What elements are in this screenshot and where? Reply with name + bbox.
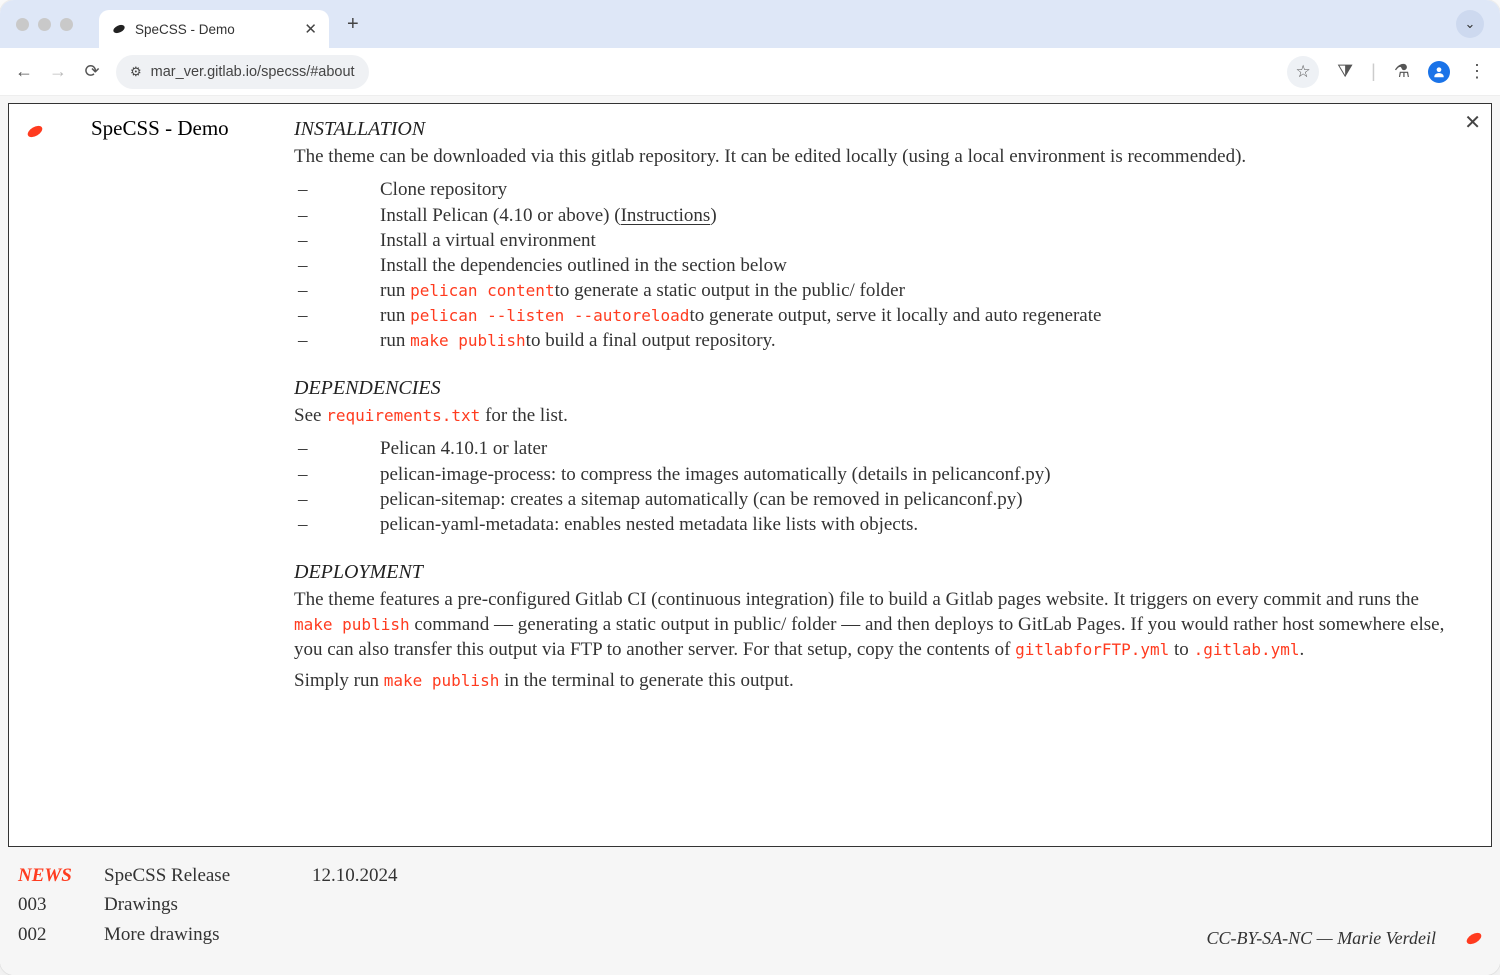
deployment-p2: Simply run make publish in the terminal …: [294, 668, 1461, 693]
tab-favicon-icon: [111, 21, 127, 37]
forward-button[interactable]: →: [48, 61, 68, 82]
browser-toolbar: ← → ⟳ ⚙ mar_ver.gitlab.io/specss/#about …: [0, 48, 1500, 96]
logo-icon: [26, 124, 44, 140]
page-viewport: ✕ SpeCSS - Demo INSTALLATION The theme c…: [0, 96, 1500, 975]
tab-title: SpeCSS - Demo: [135, 22, 235, 37]
reload-button[interactable]: ⟳: [82, 61, 102, 82]
instructions-link[interactable]: Instructions: [621, 205, 711, 226]
modal-content: INSTALLATION The theme can be downloaded…: [294, 104, 1491, 846]
list-item: –Clone repository: [294, 177, 1461, 202]
browser-tab[interactable]: SpeCSS - Demo ✕: [99, 10, 329, 48]
labs-icon[interactable]: ⚗: [1394, 61, 1410, 82]
list-item: –Pelican 4.10.1 or later: [294, 436, 1461, 461]
deployment-heading: DEPLOYMENT: [294, 559, 1461, 585]
url-text: mar_ver.gitlab.io/specss/#about: [151, 64, 355, 80]
list-item: –pelican-image-process: to compress the …: [294, 462, 1461, 487]
list-item: –run make publishto build a final output…: [294, 328, 1461, 353]
maximize-window-icon[interactable]: [60, 18, 73, 31]
menu-button[interactable]: ⋮: [1468, 61, 1486, 82]
tabs-overflow-button[interactable]: ⌄: [1456, 10, 1484, 38]
list-item: –pelican-yaml-metadata: enables nested m…: [294, 512, 1461, 537]
site-info-icon[interactable]: ⚙: [130, 64, 141, 80]
close-window-icon[interactable]: [16, 18, 29, 31]
dependencies-list: –Pelican 4.10.1 or later–pelican-image-p…: [294, 436, 1461, 536]
list-item: –Install the dependencies outlined in th…: [294, 253, 1461, 278]
modal-sidebar: SpeCSS - Demo: [9, 104, 294, 846]
window-titlebar: SpeCSS - Demo ✕ + ⌄: [0, 0, 1500, 48]
news-footer: NEWSSpeCSS Release12.10.2024003Drawings0…: [0, 847, 1500, 975]
list-item: –pelican-sitemap: creates a sitemap auto…: [294, 487, 1461, 512]
news-label: NEWS: [18, 865, 72, 886]
about-modal: ✕ SpeCSS - Demo INSTALLATION The theme c…: [8, 103, 1492, 847]
list-item: –run pelican contentto generate a static…: [294, 278, 1461, 303]
dependencies-heading: DEPENDENCIES: [294, 375, 1461, 401]
list-item: –Install a virtual environment: [294, 228, 1461, 253]
logo-icon: [1465, 931, 1483, 947]
list-item: –run pelican --listen --autoreloadto gen…: [294, 303, 1461, 328]
extensions-icon[interactable]: ⧩: [1337, 61, 1353, 82]
news-row[interactable]: NEWSSpeCSS Release12.10.2024: [18, 861, 1482, 890]
news-row[interactable]: 003Drawings: [18, 890, 1482, 919]
installation-steps: –Clone repository–Install Pelican (4.10 …: [294, 177, 1461, 353]
installation-heading: INSTALLATION: [294, 116, 1461, 142]
close-modal-button[interactable]: ✕: [1464, 110, 1481, 135]
browser-window: SpeCSS - Demo ✕ + ⌄ ← → ⟳ ⚙ mar_ver.gitl…: [0, 0, 1500, 975]
credit-line: CC-BY-SA-NC — Marie Verdeil: [1207, 928, 1482, 949]
requirements-code: requirements.txt: [326, 406, 480, 425]
list-item: –Install Pelican (4.10 or above) (Instru…: [294, 203, 1461, 228]
new-tab-button[interactable]: +: [347, 13, 359, 36]
deployment-p1: The theme features a pre-configured Gitl…: [294, 587, 1461, 662]
site-title: SpeCSS - Demo: [91, 116, 229, 141]
installation-intro: The theme can be downloaded via this git…: [294, 144, 1461, 169]
dependencies-intro: See requirements.txt for the list.: [294, 403, 1461, 428]
address-bar[interactable]: ⚙ mar_ver.gitlab.io/specss/#about: [116, 55, 369, 89]
toolbar-separator: |: [1371, 61, 1376, 82]
window-controls[interactable]: [16, 18, 73, 31]
bookmark-button[interactable]: ☆: [1287, 56, 1319, 88]
back-button[interactable]: ←: [14, 61, 34, 82]
profile-button[interactable]: [1428, 61, 1450, 83]
minimize-window-icon[interactable]: [38, 18, 51, 31]
close-tab-icon[interactable]: ✕: [304, 20, 317, 38]
